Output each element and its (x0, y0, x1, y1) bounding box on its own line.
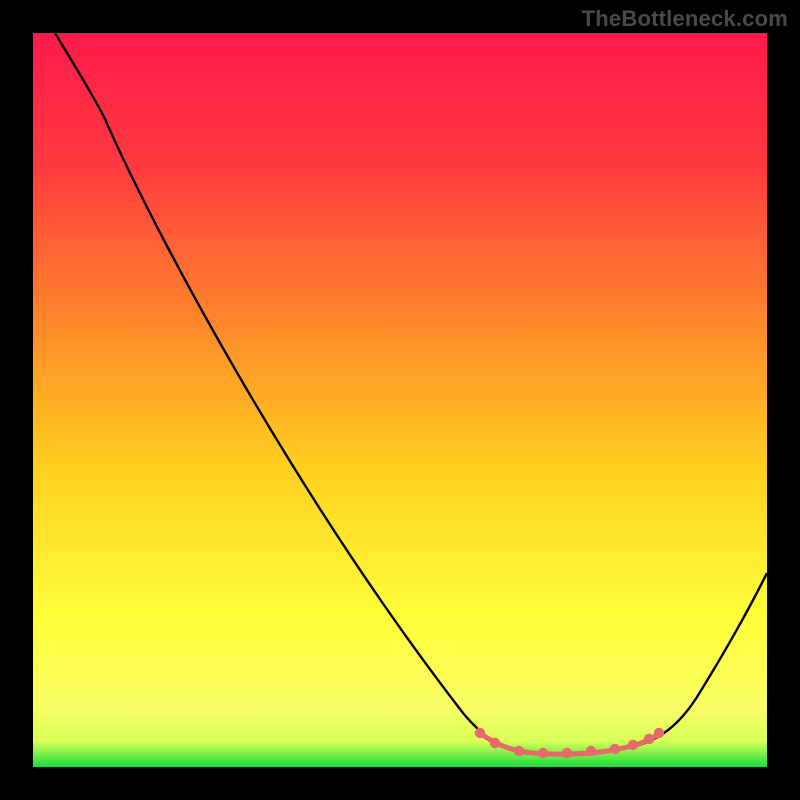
trough-dot (610, 744, 620, 754)
trough-dot (586, 746, 596, 756)
plot-svg (33, 33, 767, 767)
trough-dot (628, 740, 638, 750)
trough-dot (514, 746, 524, 756)
trough-dot (490, 738, 500, 748)
trough-dot (644, 734, 654, 744)
watermark-text: TheBottleneck.com (582, 6, 788, 32)
plot-area (33, 33, 767, 767)
gradient-background (33, 33, 767, 767)
trough-dot (562, 748, 572, 758)
trough-dot (538, 748, 548, 758)
trough-dot (654, 728, 664, 738)
chart-frame: TheBottleneck.com (0, 0, 800, 800)
trough-dot (475, 728, 485, 738)
